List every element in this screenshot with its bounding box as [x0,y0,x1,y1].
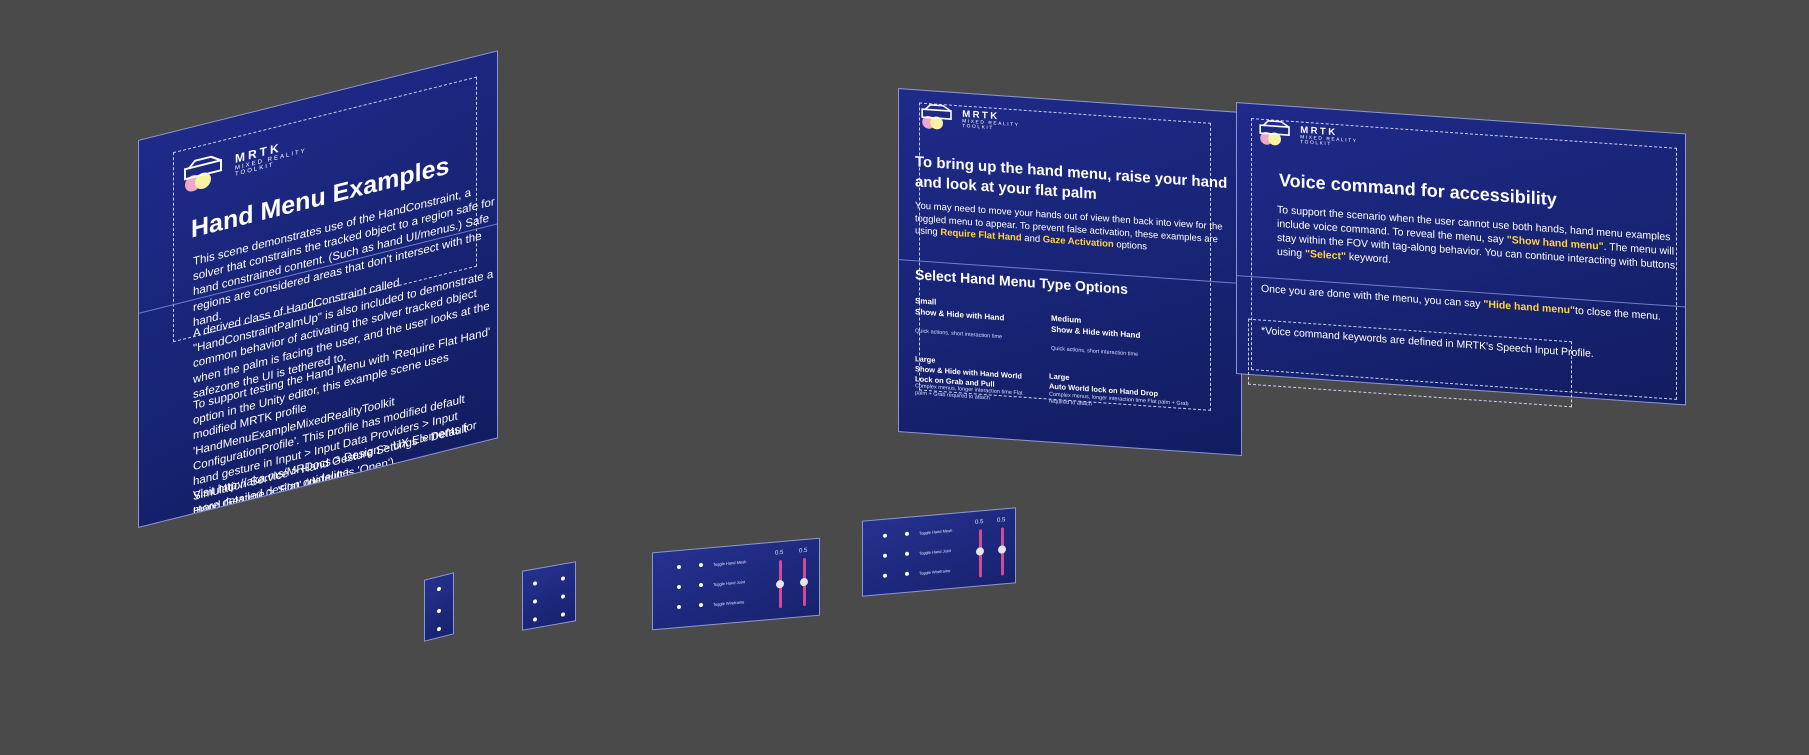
voice-hide-paragraph: Once you are done with the menu, you can… [1261,283,1671,326]
mrtk-logo-icon [1257,118,1294,148]
mrtk-logo: MRTK MIXED REALITY TOOLKIT [1257,118,1358,152]
slider-thumb[interactable] [800,577,808,587]
select-keyword: "Select" [1305,247,1346,263]
slider-thumb[interactable] [976,547,984,556]
menu-button-icon[interactable] [561,612,565,617]
menu-button-icon[interactable] [883,573,887,578]
mrtk-logo-icon [919,102,956,132]
hand-menu-examples-panel: MRTK MIXED REALITY TOOLKIT Hand Menu Exa… [138,50,498,529]
hide-hand-menu-keyword: "Hide hand menu" [1483,298,1576,317]
menu-button-icon[interactable] [561,594,565,599]
menu-button-icon[interactable] [533,617,537,622]
mrtk-logo-icon [181,151,227,196]
toggle-icon[interactable] [905,571,909,576]
mrtk-logo: MRTK MIXED REALITY TOOLKIT [181,131,307,196]
menu-button-icon[interactable] [677,584,681,590]
voice-note-paragraph: *Voice command keywords are defined in M… [1261,324,1594,361]
slider-value: 0.5 [975,519,984,526]
slider-thumb[interactable] [998,545,1006,554]
voice-text-3: keyword. [1345,250,1391,266]
option-small[interactable]: Small Show & Hide with Hand Quick action… [915,296,1055,345]
instructions-text-2: and [1021,232,1043,246]
option-large-auto[interactable]: Large Auto World lock on Hand Drop Compl… [1049,372,1189,416]
voice-text-4: Once you are done with the menu, you can… [1261,282,1484,311]
menu-button-icon[interactable] [533,599,537,604]
menu-button-icon[interactable] [561,576,565,581]
panel-title: Voice command for accessibility [1279,170,1557,210]
menu-button-icon[interactable] [883,553,887,558]
mrtk-logo: MRTK MIXED REALITY TOOLKIT [919,102,1020,136]
slider-thumb[interactable] [776,579,784,589]
menu-row-label: Toggle Hand Mesh [713,559,747,568]
section-title: Select Hand Menu Type Options [915,266,1128,298]
menu-row-label: Toggle Hand Joint [713,579,746,588]
toggle-icon[interactable] [905,531,909,536]
menu-button-icon[interactable] [533,581,537,586]
option-medium[interactable]: Medium Show & Hide with Hand Quick actio… [1051,314,1191,363]
menu-button-icon[interactable] [437,586,441,592]
menu-button-icon[interactable] [437,608,441,614]
toggle-icon[interactable] [699,582,703,588]
instructions-text-3: options [1113,239,1147,253]
option-large-grab[interactable]: Large Show & Hide with Hand World Lock o… [915,354,1035,406]
slider-value: 0.5 [997,517,1006,524]
menu-button-icon[interactable] [437,626,441,632]
hand-menu-large-1[interactable]: Toggle Hand Mesh Toggle Hand Joint Toggl… [652,537,820,631]
menu-row-label: Toggle Hand Joint [919,547,952,556]
hand-menu-instructions-panel: MRTK MIXED REALITY TOOLKIT To bring up t… [898,88,1242,457]
option-desc: Quick actions, short interaction time [1051,345,1139,358]
slider-value: 0.5 [775,549,784,557]
menu-row-label: Toggle Hand Mesh [919,527,953,536]
slider-value: 0.5 [799,547,808,555]
hand-menu-small-2[interactable] [522,561,576,631]
menu-row-label: Toggle Wireframe [919,568,951,576]
menu-row-label: Toggle Wireframe [713,599,745,608]
toggle-icon[interactable] [699,562,703,568]
toggle-icon[interactable] [905,551,909,556]
voice-text-5: to close the menu. [1575,304,1661,323]
menu-button-icon[interactable] [883,533,887,538]
option-desc: Quick actions, short interaction time [915,327,1003,340]
menu-button-icon[interactable] [677,604,681,610]
hand-menu-small-1[interactable] [424,572,454,642]
menu-button-icon[interactable] [677,564,681,570]
voice-command-panel: MRTK MIXED REALITY TOOLKIT Voice command… [1236,102,1686,406]
toggle-icon[interactable] [699,602,703,608]
hand-menu-large-2[interactable]: Toggle Hand Mesh Toggle Hand Joint Toggl… [862,507,1016,597]
voice-intro-paragraph: To support the scenario when the user ca… [1277,204,1677,287]
